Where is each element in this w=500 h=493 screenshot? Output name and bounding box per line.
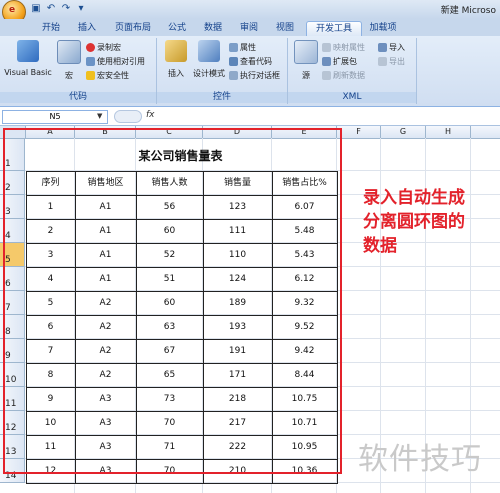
quick-access-toolbar: ▣ ↶ ↷ ▾ — [30, 3, 87, 16]
highlight-frame — [3, 128, 342, 474]
refresh-icon — [322, 71, 331, 80]
properties-button[interactable]: 属性 — [229, 42, 256, 53]
toolbox-icon — [165, 40, 187, 62]
tab-formulas[interactable]: 公式 — [164, 21, 190, 36]
run-dialog-button[interactable]: 执行对话框 — [229, 70, 280, 81]
record-icon — [86, 43, 95, 52]
group-code: Visual Basic 宏 录制宏 使用相对引用 宏安全性 代码 — [0, 38, 157, 104]
tab-data[interactable]: 数据 — [200, 21, 226, 36]
macro-security-button[interactable]: 宏安全性 — [86, 70, 129, 81]
tab-review[interactable]: 审阅 — [236, 21, 262, 36]
office-logo-icon: e — [9, 5, 16, 15]
table-border — [26, 483, 338, 484]
undo-icon[interactable]: ↶ — [45, 3, 57, 15]
tab-page-layout[interactable]: 页面布局 — [110, 21, 156, 36]
dropdown-icon[interactable]: ▾ — [75, 3, 87, 15]
group-xml: 源 映射属性 扩展包 刷新数据 导入 导出 XML — [288, 38, 417, 104]
group-label-xml: XML — [288, 92, 416, 103]
import-button[interactable]: 导入 — [378, 42, 405, 53]
name-box-dropdown-icon[interactable]: ▼ — [97, 112, 102, 120]
relative-reference-button[interactable]: 使用相对引用 — [86, 56, 145, 67]
expansion-packs-icon — [322, 57, 331, 66]
view-code-button[interactable]: 查看代码 — [229, 56, 272, 67]
annotation-text: 录入自动生成 分离圆环图的 数据 — [363, 186, 498, 258]
formula-bar: N5 ▼ fx — [0, 107, 500, 126]
tab-view[interactable]: 视图 — [272, 21, 298, 36]
xml-source-button[interactable]: 源 — [294, 40, 318, 81]
design-mode-icon — [198, 40, 220, 62]
insert-function-icon[interactable]: fx — [146, 110, 155, 120]
macro-button[interactable]: 宏 — [56, 40, 82, 81]
tab-addins[interactable]: 加载项 — [366, 21, 400, 36]
annotation-line: 分离圆环图的 — [363, 212, 465, 232]
group-label-controls: 控件 — [157, 92, 287, 103]
column-header-i[interactable] — [471, 126, 500, 139]
visual-basic-icon — [17, 40, 39, 62]
annotation-line: 录入自动生成 — [363, 188, 465, 208]
save-icon[interactable]: ▣ — [30, 3, 42, 15]
column-header-h[interactable]: H — [426, 126, 471, 139]
import-icon — [378, 43, 387, 52]
record-macro-button[interactable]: 录制宏 — [86, 42, 121, 53]
column-header-f[interactable]: F — [337, 126, 381, 139]
name-box[interactable]: N5 — [2, 110, 108, 124]
column-header-g[interactable]: G — [381, 126, 426, 139]
xml-source-icon — [294, 40, 318, 64]
refresh-data-button[interactable]: 刷新数据 — [322, 70, 365, 81]
relative-reference-icon — [86, 57, 95, 66]
view-code-icon — [229, 57, 238, 66]
watermark: 软件技巧 — [358, 442, 482, 477]
tab-developer[interactable]: 开发工具 — [306, 21, 362, 37]
group-controls: 插入 设计模式 属性 查看代码 执行对话框 控件 — [157, 38, 288, 104]
design-mode-button[interactable]: 设计模式 — [191, 40, 227, 79]
formula-bar-expand-icon[interactable] — [114, 110, 142, 123]
annotation-line: 数据 — [363, 236, 397, 256]
export-icon — [378, 57, 387, 66]
insert-control-button[interactable]: 插入 — [161, 40, 191, 79]
warning-icon — [86, 71, 95, 80]
group-label-code: 代码 — [0, 92, 156, 103]
expansion-packs-button[interactable]: 扩展包 — [322, 56, 357, 67]
properties-icon — [229, 43, 238, 52]
map-properties-button[interactable]: 映射属性 — [322, 42, 365, 53]
map-properties-icon — [322, 43, 331, 52]
title-bar: e ▣ ↶ ↷ ▾ 新建 Microso — [0, 0, 500, 24]
tab-home[interactable]: 开始 — [38, 21, 64, 36]
redo-icon[interactable]: ↷ — [60, 3, 72, 15]
export-button[interactable]: 导出 — [378, 56, 405, 67]
ribbon-tabs: 开始 插入 页面布局 公式 数据 审阅 视图 开发工具 加载项 — [0, 19, 500, 37]
window-title: 新建 Microso — [440, 6, 496, 16]
tab-insert[interactable]: 插入 — [74, 21, 100, 36]
ribbon: Visual Basic 宏 录制宏 使用相对引用 宏安全性 代码 插入 设计模… — [0, 36, 500, 107]
run-dialog-icon — [229, 71, 238, 80]
visual-basic-button[interactable]: Visual Basic — [4, 40, 52, 77]
macro-icon — [57, 40, 81, 64]
